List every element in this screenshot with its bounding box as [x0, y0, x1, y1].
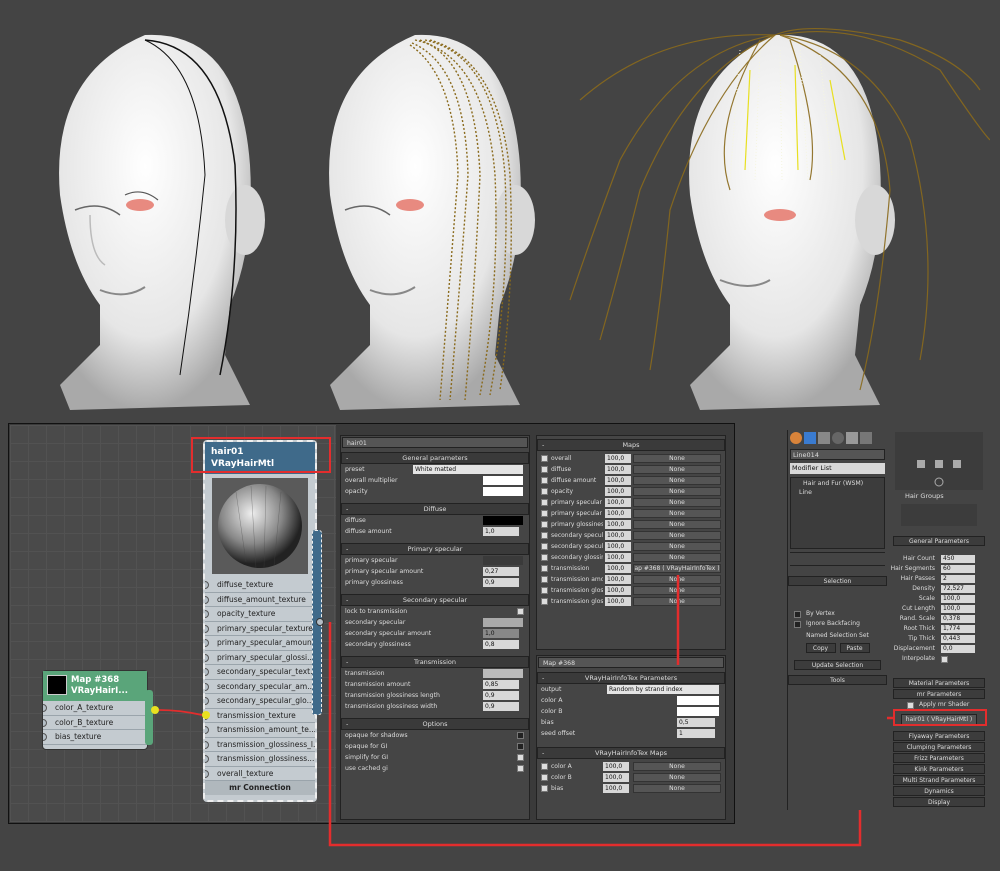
hair-param-label: Tip Thick: [908, 635, 935, 642]
hair-rollout[interactable]: Kink Parameters: [893, 764, 985, 774]
hierarchy-tab-icon[interactable]: [818, 432, 830, 444]
general-parameters-rollout[interactable]: General Parameters: [893, 536, 985, 546]
hair-param-label: Scale: [918, 595, 935, 602]
object-name-field[interactable]: Line014: [790, 449, 885, 460]
hair-param-field[interactable]: 0,0: [941, 645, 975, 653]
lock-icons: [917, 460, 961, 487]
stack-toolbar: [790, 552, 885, 566]
hair-param-field[interactable]: 60: [941, 565, 975, 573]
by-vertex-checkbox[interactable]: [794, 611, 801, 618]
motion-tab-icon[interactable]: [832, 432, 844, 444]
hair-param-label: Displacement: [893, 645, 935, 652]
hair-param-row: Tip Thick 0,443: [893, 634, 985, 644]
by-vertex-row: By Vertex: [794, 609, 881, 619]
ignore-backfacing-label: Ignore Backfacing: [806, 620, 860, 627]
hair-param-label: Hair Segments: [890, 565, 935, 572]
hair-param-label: Hair Count: [902, 555, 935, 562]
hair-param-row: Cut Length 100,0: [893, 604, 985, 614]
hair-param-label: Cut Length: [902, 605, 935, 612]
hair-param-row: Rand. Scale 0,378: [893, 614, 985, 624]
hair-rollout[interactable]: Display: [893, 797, 985, 807]
tools-rollout[interactable]: Tools: [788, 675, 887, 685]
interpolate-checkbox[interactable]: [941, 656, 948, 663]
hair-param-row: Hair Segments 60: [890, 564, 985, 574]
hair-groups-icons[interactable]: [901, 504, 977, 526]
update-selection-button[interactable]: Update Selection: [794, 660, 881, 670]
hair-guide-tools: [895, 432, 983, 490]
ignore-backfacing-checkbox[interactable]: [794, 621, 801, 628]
hair-param-label: Hair Passes: [900, 575, 935, 582]
mr-shader-highlight: [893, 709, 987, 726]
create-tab-icon[interactable]: [790, 432, 802, 444]
modify-tab-icon[interactable]: [804, 432, 816, 444]
utilities-tab-icon[interactable]: [860, 432, 872, 444]
hair-param-label: Density: [912, 585, 935, 592]
mr-parameters-rollout[interactable]: mr Parameters: [893, 689, 985, 699]
apply-mr-checkbox[interactable]: [907, 702, 914, 709]
modifier-list-dropdown[interactable]: Modifier List: [790, 463, 885, 474]
hair-param-row: Hair Passes 2: [893, 574, 985, 584]
hair-rollout[interactable]: Frizz Parameters: [893, 753, 985, 763]
copy-button[interactable]: Copy: [805, 643, 836, 653]
hair-rollout[interactable]: Dynamics: [893, 786, 985, 796]
hair-rollout[interactable]: Flyaway Parameters: [893, 731, 985, 741]
hair-param-field[interactable]: 0,378: [941, 615, 975, 623]
material-parameters-rollout[interactable]: Material Parameters: [893, 678, 985, 688]
hair-param-field[interactable]: 0,443: [941, 635, 975, 643]
selection-rollout[interactable]: Selection: [788, 576, 887, 586]
hair-param-field[interactable]: 450: [941, 555, 975, 563]
ignore-backfacing-row: Ignore Backfacing: [794, 619, 881, 629]
hair-param-field[interactable]: 100,0: [941, 595, 975, 603]
modifier-stack: Hair and Fur (WSM) Line: [790, 477, 885, 549]
command-tabs: [788, 430, 887, 446]
hair-param-row: Hair Count 450: [893, 554, 985, 564]
hair-rollout[interactable]: Clumping Parameters: [893, 742, 985, 752]
hair-param-label: Rand. Scale: [899, 615, 935, 622]
hair-param-label: Root Thick: [903, 625, 935, 632]
hair-param-row: Density 72,527: [893, 584, 985, 594]
selection-body: By Vertex Ignore Backfacing Named Select…: [788, 587, 887, 673]
command-panel-left: Line014 Modifier List Hair and Fur (WSM)…: [787, 430, 887, 810]
hair-rollout[interactable]: Multi Strand Parameters: [893, 775, 985, 785]
hair-param-field[interactable]: 1,774: [941, 625, 975, 633]
hair-param-row: Displacement 0,0: [893, 644, 985, 654]
interpolate-label: Interpolate: [902, 655, 935, 662]
display-tab-icon[interactable]: [846, 432, 858, 444]
hair-param-row: Root Thick 1,774: [893, 624, 985, 634]
interpolate-row: Interpolate: [893, 654, 985, 664]
hair-param-field[interactable]: 2: [941, 575, 975, 583]
by-vertex-label: By Vertex: [806, 610, 835, 617]
hair-groups-label: Hair Groups: [905, 492, 944, 500]
hair-param-row: Scale 100,0: [893, 594, 985, 604]
command-panel-right: Hair Groups General Parameters Hair Coun…: [890, 430, 985, 815]
modifier-stack-item[interactable]: Hair and Fur (WSM): [793, 480, 882, 489]
modifier-stack-item[interactable]: Line: [793, 489, 882, 498]
paste-button[interactable]: Paste: [839, 643, 870, 653]
hair-param-field[interactable]: 100,0: [941, 605, 975, 613]
hair-param-field[interactable]: 72,527: [941, 585, 975, 593]
named-sets-label: Named Selection Set: [806, 632, 869, 639]
